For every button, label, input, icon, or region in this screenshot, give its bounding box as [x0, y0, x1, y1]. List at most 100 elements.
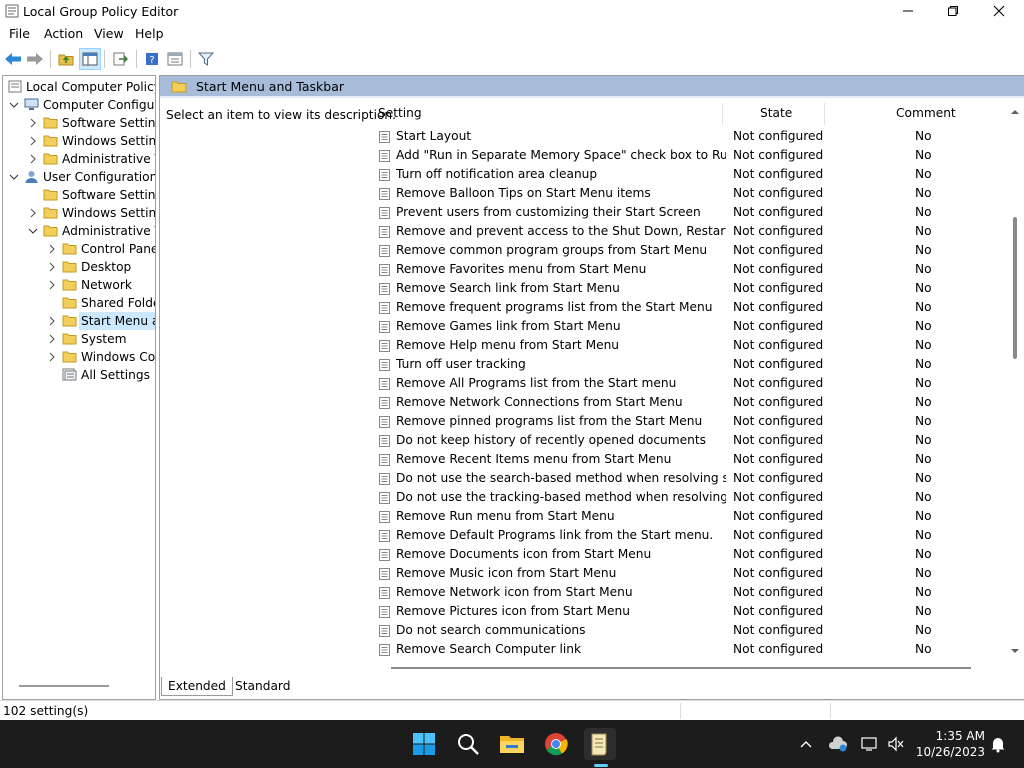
table-row[interactable]: Add "Run in Separate Memory Space" check…: [374, 146, 1006, 165]
system-clock[interactable]: 1:35 AM 10/26/2023: [915, 728, 985, 760]
group-policy-editor-button[interactable]: [584, 728, 616, 760]
chevron-down-icon[interactable]: [8, 96, 20, 114]
export-list-button[interactable]: [109, 48, 131, 70]
column-setting[interactable]: Setting: [378, 106, 422, 120]
tree-node[interactable]: Administrative Templates: [3, 222, 155, 240]
table-row[interactable]: Remove frequent programs list from the S…: [374, 298, 1006, 317]
table-row[interactable]: Prevent users from customizing their Sta…: [374, 203, 1006, 222]
tree-node[interactable]: Computer Configuration: [3, 96, 155, 114]
chevron-right-icon[interactable]: [27, 132, 39, 150]
search-button[interactable]: [452, 728, 484, 760]
help-button[interactable]: ?: [141, 48, 163, 70]
policy-setting-icon: [379, 340, 390, 352]
table-row[interactable]: Remove Run menu from Start Menu Not confi…: [374, 507, 1006, 526]
console-tree[interactable]: Local Computer Policy Computer Configura…: [2, 75, 156, 700]
table-row[interactable]: Turn off notification area cleanup Not co…: [374, 165, 1006, 184]
table-row[interactable]: Remove Network icon from Start Menu Not c…: [374, 583, 1006, 602]
tree-node[interactable]: Control Panel: [3, 240, 155, 258]
table-row[interactable]: Remove Recent Items menu from Start Menu…: [374, 450, 1006, 469]
menu-view[interactable]: View: [94, 26, 124, 41]
column-state[interactable]: State: [760, 106, 792, 120]
chevron-right-icon[interactable]: [46, 312, 58, 330]
horizontal-scrollbar[interactable]: [374, 661, 1006, 675]
table-row[interactable]: Remove All Programs list from the Start …: [374, 374, 1006, 393]
tree-node[interactable]: Start Menu and Taskbar: [3, 312, 155, 330]
chevron-down-icon[interactable]: [8, 168, 20, 186]
table-row[interactable]: Turn off user tracking Not configured No: [374, 355, 1006, 374]
table-row[interactable]: Remove Favorites menu from Start Menu Not…: [374, 260, 1006, 279]
chevron-right-icon[interactable]: [27, 204, 39, 222]
close-button[interactable]: [976, 0, 1022, 22]
tree-node[interactable]: System: [3, 330, 155, 348]
show-hidden-icons-button[interactable]: [796, 734, 816, 754]
chevron-right-icon[interactable]: [46, 348, 58, 366]
tree-node[interactable]: Windows Settings: [3, 204, 155, 222]
tree-horizontal-scrollbar[interactable]: [19, 685, 109, 687]
start-button[interactable]: [408, 728, 440, 760]
table-row[interactable]: Do not use the tracking-based method whe…: [374, 488, 1006, 507]
up-one-level-button[interactable]: [55, 48, 77, 70]
table-row[interactable]: Do not search communications Not configur…: [374, 621, 1006, 640]
chevron-right-icon[interactable]: [27, 114, 39, 132]
chevron-right-icon[interactable]: [46, 276, 58, 294]
table-row[interactable]: Remove Help menu from Start Menu Not conf…: [374, 336, 1006, 355]
table-row[interactable]: Remove Pictures icon from Start Menu Not …: [374, 602, 1006, 621]
table-row[interactable]: Remove Search link from Start Menu Not co…: [374, 279, 1006, 298]
back-button[interactable]: [2, 48, 24, 70]
table-row[interactable]: Remove and prevent access to the Shut Do…: [374, 222, 1006, 241]
chevron-right-icon[interactable]: [46, 258, 58, 276]
network-button[interactable]: [860, 734, 880, 754]
table-row[interactable]: Remove common program groups from Start …: [374, 241, 1006, 260]
show-hide-tree-button[interactable]: [79, 48, 101, 70]
horizontal-scroll-thumb[interactable]: [391, 667, 971, 669]
table-row[interactable]: Remove Music icon from Start Menu Not con…: [374, 564, 1006, 583]
chevron-right-icon[interactable]: [46, 330, 58, 348]
table-row[interactable]: Do not use the search-based method when …: [374, 469, 1006, 488]
volume-button[interactable]: [886, 734, 906, 754]
tree-node[interactable]: Administrative Templates: [3, 150, 155, 168]
onedrive-button[interactable]: [828, 734, 848, 754]
column-comment[interactable]: Comment: [896, 106, 956, 120]
tree-node[interactable]: User Configuration: [3, 168, 155, 186]
scroll-down-icon[interactable]: [1009, 646, 1021, 656]
chevron-right-icon[interactable]: [46, 240, 58, 258]
tab-extended[interactable]: Extended: [161, 677, 233, 696]
notifications-button[interactable]: [988, 734, 1008, 754]
table-row[interactable]: Remove Games link from Start Menu Not con…: [374, 317, 1006, 336]
folder-icon: [62, 351, 77, 363]
filter-button[interactable]: [195, 48, 217, 70]
tree-node[interactable]: Desktop: [3, 258, 155, 276]
properties-button[interactable]: [164, 48, 186, 70]
tree-node[interactable]: All Settings: [3, 366, 155, 384]
tab-standard[interactable]: Standard: [229, 677, 296, 696]
tree-node[interactable]: Network: [3, 276, 155, 294]
tree-node[interactable]: Windows Components: [3, 348, 155, 366]
table-row[interactable]: Remove Network Connections from Start Me…: [374, 393, 1006, 412]
table-row[interactable]: Remove pinned programs list from the Sta…: [374, 412, 1006, 431]
table-row[interactable]: Remove Search Computer link Not configure…: [374, 640, 1006, 659]
chrome-button[interactable]: [540, 728, 572, 760]
vertical-scroll-thumb[interactable]: [1013, 217, 1017, 359]
menu-action[interactable]: Action: [44, 26, 83, 41]
scroll-up-icon[interactable]: [1009, 107, 1021, 117]
tree-node[interactable]: Shared Folders: [3, 294, 155, 312]
tree-root[interactable]: Local Computer Policy: [3, 78, 155, 96]
menu-file[interactable]: File: [9, 26, 30, 41]
table-row[interactable]: Start Layout Not configured No: [374, 127, 1006, 146]
table-row[interactable]: Remove Default Programs link from the St…: [374, 526, 1006, 545]
tree-node[interactable]: Software Settings: [3, 114, 155, 132]
chevron-down-icon[interactable]: [27, 222, 39, 240]
restore-button[interactable]: [930, 0, 976, 22]
minimize-button[interactable]: [885, 0, 931, 22]
table-row[interactable]: Remove Documents icon from Start Menu Not…: [374, 545, 1006, 564]
menu-help[interactable]: Help: [135, 26, 164, 41]
tree-node[interactable]: Windows Settings: [3, 132, 155, 150]
folder-icon: [43, 135, 58, 147]
vertical-scrollbar[interactable]: [1006, 101, 1024, 661]
table-row[interactable]: Do not keep history of recently opened d…: [374, 431, 1006, 450]
chevron-right-icon[interactable]: [27, 150, 39, 168]
table-row[interactable]: Remove Balloon Tips on Start Menu items N…: [374, 184, 1006, 203]
file-explorer-button[interactable]: [496, 728, 528, 760]
tree-node[interactable]: Software Settings: [3, 186, 155, 204]
forward-button[interactable]: [24, 48, 46, 70]
